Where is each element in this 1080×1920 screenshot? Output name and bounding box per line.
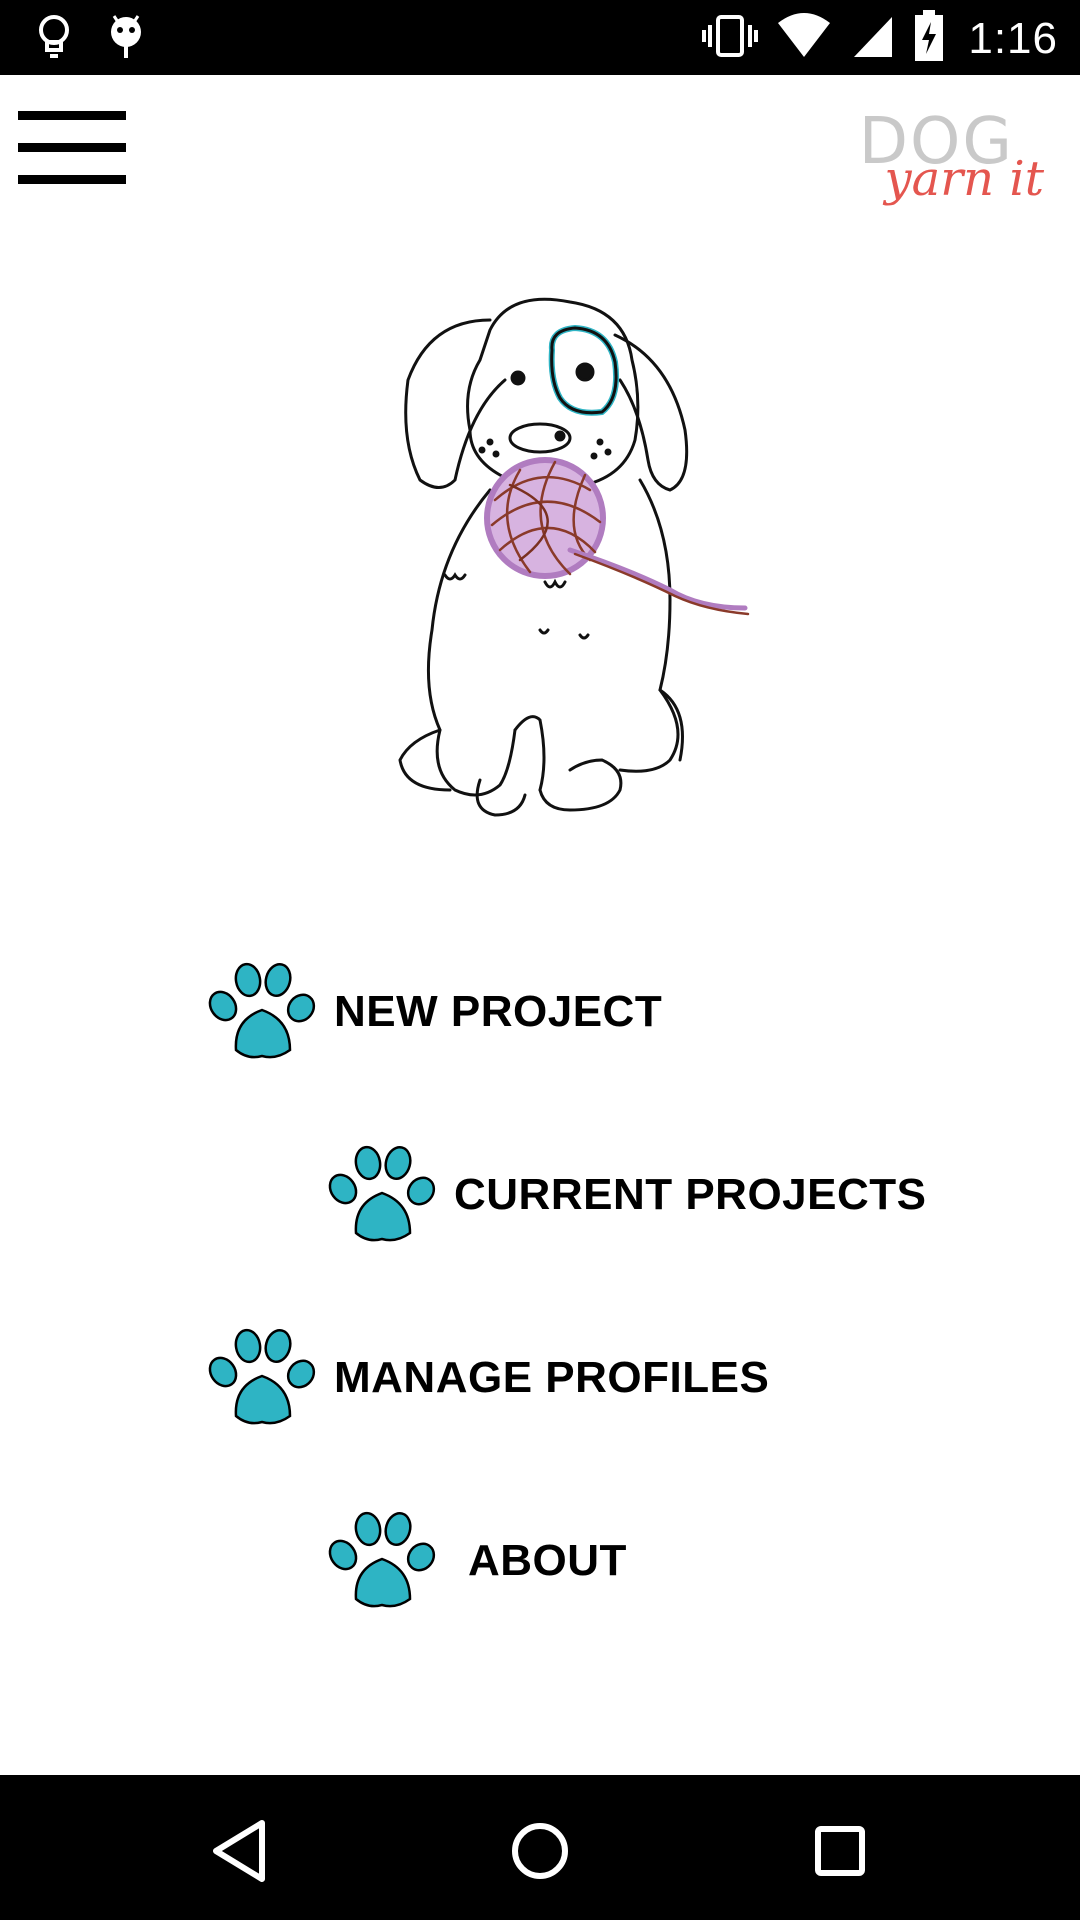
android-icon: [106, 12, 146, 67]
app-logo: DOG yarn it: [844, 105, 1044, 225]
paw-icon: [328, 1145, 436, 1242]
menu-item-label: MANAGE PROFILES: [334, 1353, 770, 1402]
menu-item-label: CURRENT PROJECTS: [454, 1170, 927, 1219]
menu-item-manage-profiles[interactable]: MANAGE PROFILES: [206, 1328, 769, 1428]
menu-item-new-project[interactable]: NEW PROJECT: [206, 962, 662, 1062]
clock: 1:16: [968, 13, 1058, 63]
system-nav-bar: [0, 1775, 1080, 1920]
menu-item-about[interactable]: ABOUT: [326, 1511, 627, 1611]
logo-yarn-text: yarn it: [884, 151, 1045, 207]
signal-icon: [850, 11, 896, 66]
home-icon[interactable]: [500, 1811, 580, 1891]
status-bar: 1:16: [0, 0, 1080, 75]
app-bar: DOG yarn it: [0, 75, 1080, 235]
lightbulb-icon: [36, 12, 72, 67]
menu-item-label: ABOUT: [468, 1536, 627, 1585]
vibrate-icon: [702, 11, 759, 66]
paw-icon: [328, 1511, 436, 1608]
paw-icon: [208, 962, 316, 1059]
menu-item-current-projects[interactable]: CURRENT PROJECTS: [326, 1145, 927, 1245]
battery-charging-icon: [914, 10, 944, 67]
paw-icon: [208, 1328, 316, 1425]
back-icon[interactable]: [200, 1811, 280, 1891]
wifi-icon: [776, 11, 832, 66]
dog-with-yarn-illustration: [370, 290, 770, 830]
menu-item-label: NEW PROJECT: [334, 987, 663, 1036]
hamburger-menu-icon[interactable]: [18, 111, 126, 187]
recents-icon[interactable]: [800, 1811, 880, 1891]
